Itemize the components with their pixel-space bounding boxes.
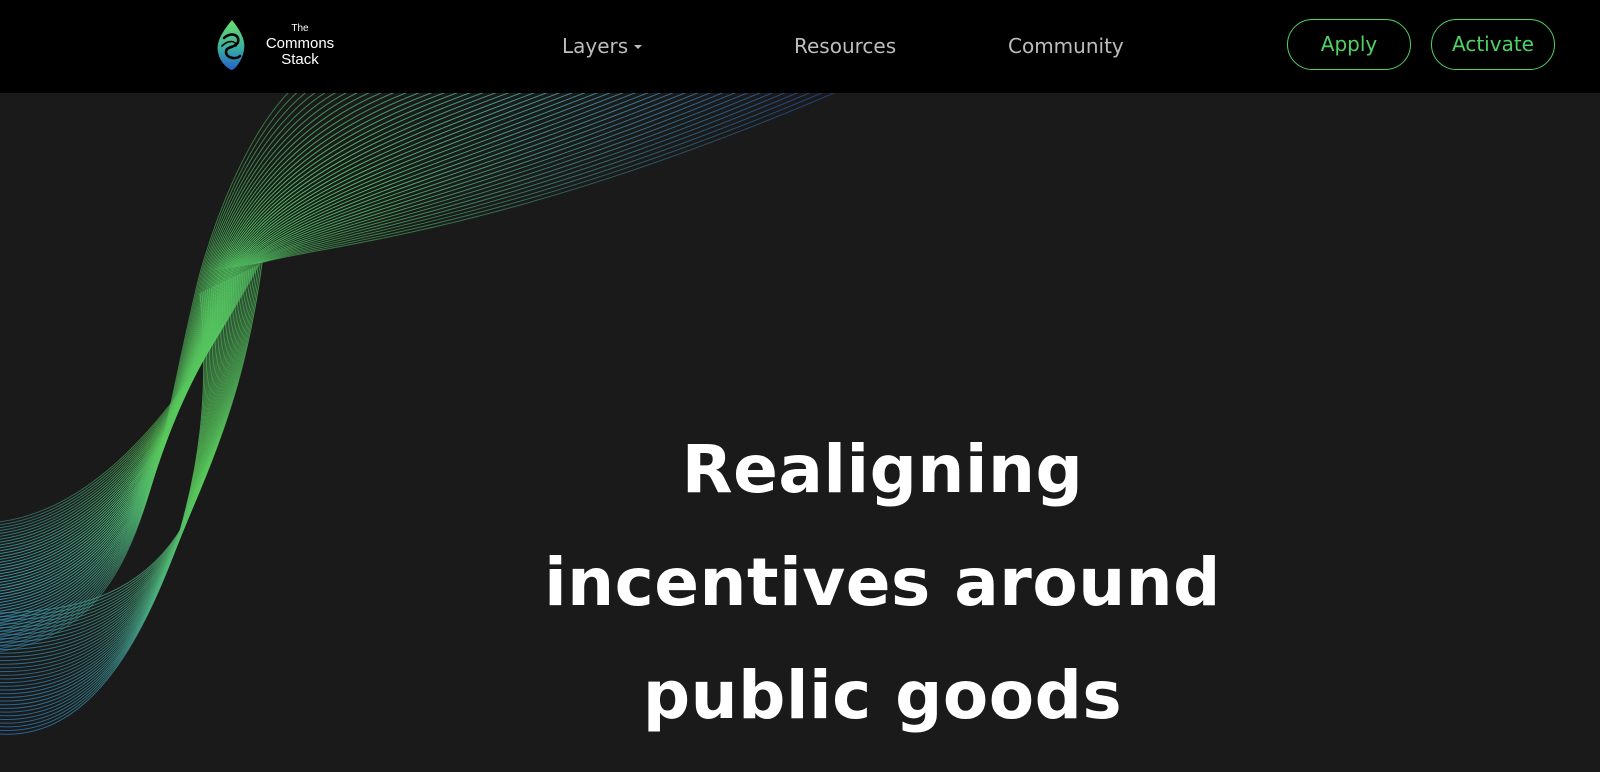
logo-line-commons: Commons: [265, 35, 335, 52]
wave-line: [0, 93, 307, 647]
top-navbar: The Commons Stack Layers Resources Commu…: [0, 0, 1600, 93]
wave-line: [0, 93, 510, 598]
nav-layers-dropdown[interactable]: Layers: [562, 34, 643, 58]
flame-logo-icon: [217, 20, 245, 70]
wave-line: [0, 93, 348, 635]
hero-title: Realigning incentives around public good…: [544, 431, 1221, 734]
logo-line-the: The: [291, 23, 309, 34]
nav-resources-link[interactable]: Resources: [794, 34, 896, 58]
wave-line: [0, 291, 208, 728]
site-logo[interactable]: The Commons Stack: [210, 18, 340, 74]
nav-community-link[interactable]: Community: [1008, 34, 1124, 58]
wave-line: [0, 292, 205, 735]
wave-line: [0, 93, 459, 609]
activate-button[interactable]: Activate: [1431, 19, 1555, 70]
apply-button[interactable]: Apply: [1287, 19, 1411, 70]
logo-line-stack: Stack: [281, 51, 319, 68]
hero-section: Realigning incentives around public good…: [0, 93, 1600, 772]
caret-down-icon: [634, 45, 643, 49]
wave-line: [0, 93, 395, 624]
logo-text: The Commons Stack: [258, 23, 342, 68]
nav-layers-label: Layers: [562, 34, 629, 58]
